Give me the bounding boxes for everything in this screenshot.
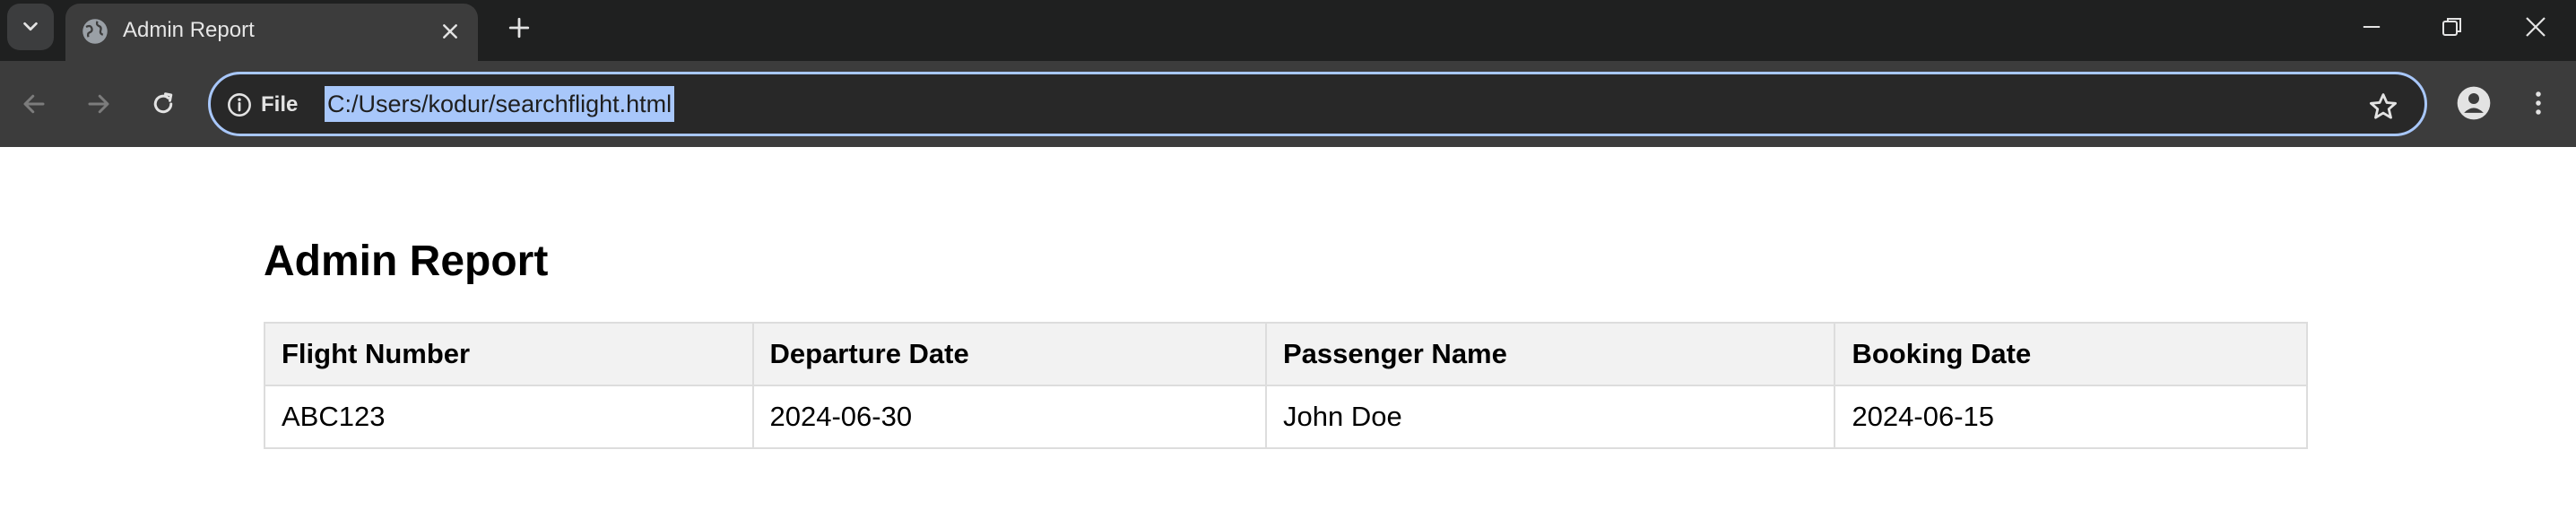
minimize-button[interactable] bbox=[2331, 0, 2412, 54]
bookmark-button[interactable] bbox=[2365, 89, 2401, 125]
cell-departure-date: 2024-06-30 bbox=[751, 385, 1267, 449]
browser-menu-button[interactable] bbox=[2518, 82, 2559, 124]
cell-booking-date: 2024-06-15 bbox=[1834, 385, 2308, 449]
tab-close-button[interactable] bbox=[435, 16, 465, 47]
star-icon bbox=[2369, 93, 2398, 119]
table-row: ABC123 2024-06-30 John Doe 2024-06-15 bbox=[264, 385, 2308, 449]
tab-title: Admin Report bbox=[123, 18, 255, 42]
restore-button[interactable] bbox=[2412, 0, 2493, 54]
close-window-icon bbox=[2526, 17, 2546, 37]
close-icon bbox=[443, 24, 457, 39]
kebab-menu-icon bbox=[2536, 91, 2541, 115]
tab-strip: Admin Report bbox=[0, 0, 2576, 61]
new-tab-button[interactable] bbox=[500, 9, 538, 47]
close-window-button[interactable] bbox=[2495, 0, 2576, 54]
site-info-button[interactable]: File bbox=[227, 87, 298, 123]
browser-toolbar: File C:/Users/kodur/searchflight.html bbox=[0, 61, 2576, 147]
info-icon bbox=[228, 93, 251, 117]
globe-icon bbox=[82, 19, 108, 44]
reload-icon bbox=[153, 92, 173, 114]
minimize-icon bbox=[2363, 25, 2381, 29]
restore-icon bbox=[2442, 18, 2461, 36]
profile-button[interactable] bbox=[2453, 82, 2494, 124]
chevron-down-icon bbox=[23, 22, 38, 31]
header-departure-date: Departure Date bbox=[751, 322, 1267, 386]
table-header-row: Flight Number Departure Date Passenger N… bbox=[264, 322, 2308, 386]
plus-icon bbox=[508, 17, 530, 39]
reload-button[interactable] bbox=[140, 81, 186, 127]
page-title: Admin Report bbox=[264, 238, 549, 285]
header-passenger-name: Passenger Name bbox=[1264, 322, 1836, 386]
header-flight-number: Flight Number bbox=[264, 322, 754, 386]
browser-tab-admin-report[interactable]: Admin Report bbox=[65, 4, 478, 61]
back-button[interactable] bbox=[11, 81, 57, 127]
tab-search-button[interactable] bbox=[7, 4, 54, 50]
forward-arrow-icon bbox=[88, 94, 109, 114]
cell-flight-number: ABC123 bbox=[264, 385, 754, 449]
site-info-label: File bbox=[261, 92, 299, 117]
cell-passenger-name: John Doe bbox=[1264, 385, 1836, 449]
forward-button[interactable] bbox=[75, 81, 122, 127]
header-booking-date: Booking Date bbox=[1834, 322, 2308, 386]
profile-icon bbox=[2457, 86, 2491, 120]
url-text[interactable]: C:/Users/kodur/searchflight.html bbox=[325, 86, 675, 122]
back-arrow-icon bbox=[23, 94, 45, 114]
address-bar[interactable]: File C:/Users/kodur/searchflight.html bbox=[208, 72, 2427, 136]
admin-report-table: Flight Number Departure Date Passenger N… bbox=[264, 322, 2308, 449]
